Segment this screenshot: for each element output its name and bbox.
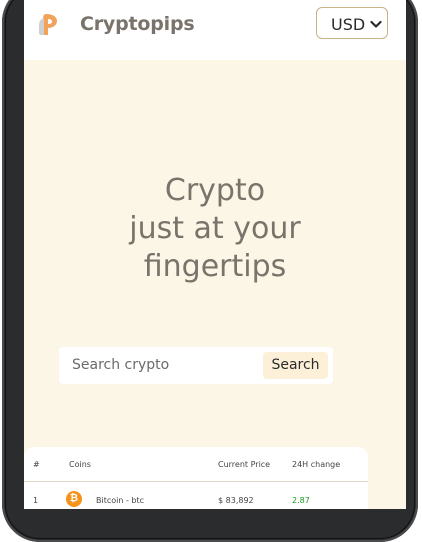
hero-heading: Crypto just at your fingertips [24,172,406,286]
hero-line-2: just at your [129,211,301,246]
app-screen: Cryptopips USD Crypto just at your finge… [24,0,406,509]
header-24h-change[interactable]: 24H change [292,460,340,469]
row-price: $ 83,892 [218,496,254,505]
search-input[interactable]: Search crypto [72,357,169,373]
tablet-frame: Cryptopips USD Crypto just at your finge… [2,0,418,542]
header-coins[interactable]: Coins [69,460,91,469]
chevron-down-icon [370,20,382,28]
table-header: # Coins Current Price 24H change [24,447,368,482]
brand-name[interactable]: Cryptopips [80,13,195,35]
bitcoin-icon: ₿ [66,491,82,507]
currency-select[interactable]: USD [316,7,388,39]
header-current-price[interactable]: Current Price [218,460,270,469]
cryptopips-logo-icon [39,14,57,35]
row-rank: 1 [33,496,39,505]
row-coin-name[interactable]: Bitcoin - btc [96,496,144,505]
currency-selected-value: USD [331,15,366,34]
header-rank: # [33,460,40,469]
hero-line-1: Crypto [164,173,266,208]
hero-line-3: fingertips [143,249,287,284]
coins-table: # Coins Current Price 24H change 1 ₿ Bit… [24,447,368,509]
top-header: Cryptopips USD [24,0,406,60]
search-button[interactable]: Search [263,352,328,379]
search-bar: Search crypto Search [59,347,333,384]
row-change: 2.87 [292,496,310,505]
